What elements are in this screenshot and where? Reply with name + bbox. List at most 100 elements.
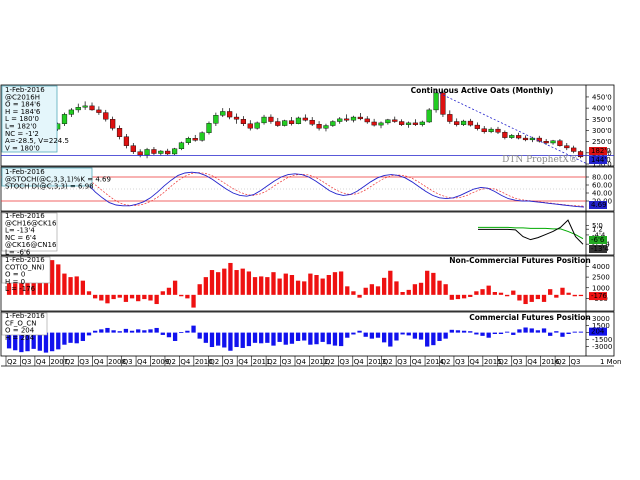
noncomm-bar [308, 273, 313, 295]
comm-bar [259, 332, 264, 344]
x-tick-label: Q3 [224, 358, 234, 366]
noncomm-bar [572, 294, 577, 297]
comm-bar [166, 332, 172, 338]
candle-body [75, 107, 81, 111]
stoch-y-tick-label: 80.00 [592, 174, 612, 182]
trend-line [435, 91, 588, 165]
candle-body [288, 120, 295, 124]
comm-y-tick-label: -3000 [592, 343, 612, 351]
candle-body [165, 150, 171, 155]
candle-body [220, 111, 226, 116]
noncomm-bar [455, 294, 461, 300]
comm-bar [523, 327, 528, 333]
comm-bar [234, 332, 239, 348]
noncomm-bar [56, 264, 61, 295]
x-tick-label: Q3 [513, 358, 523, 366]
noncomm-bar [320, 278, 325, 295]
candle-body [192, 138, 198, 141]
candle-body [158, 150, 164, 154]
x-tick-label: Q3 [79, 358, 89, 366]
x-tick-label: Q4 [180, 358, 191, 366]
noncomm-bar [197, 284, 202, 295]
x-tick-label: Q4 [469, 358, 480, 366]
candle-body [378, 122, 384, 126]
noncomm-bar [215, 272, 221, 295]
comm-bar [56, 332, 61, 350]
x-tick-label: Q3 [571, 358, 581, 366]
comm-bar [578, 331, 584, 333]
noncomm-bar [302, 281, 307, 295]
price-support-label: 144'0 [591, 156, 611, 164]
noncomm-bar [222, 268, 227, 295]
noncomm-bar [351, 291, 356, 295]
candle-body [392, 119, 398, 122]
noncomm-bar [375, 286, 381, 295]
noncomm-bar [234, 270, 239, 295]
comm-bar [492, 332, 497, 334]
price-y-tick-label: 400'0 [592, 105, 612, 113]
noncomm-bar [412, 284, 418, 295]
noncomm-bar [129, 294, 135, 299]
comm-bar [480, 332, 485, 336]
comm-bar [289, 332, 295, 344]
comm-bar [80, 332, 86, 341]
noncomm-bar [332, 272, 338, 295]
comm-bar [179, 332, 184, 333]
candle-body [227, 111, 233, 118]
comm-bar [498, 332, 504, 334]
noncomm-bar [86, 291, 92, 295]
noncomm-bar [529, 294, 534, 302]
candle-body [323, 125, 329, 129]
candle-body [371, 121, 377, 126]
comm-bar [148, 329, 153, 333]
comm-bar [308, 332, 313, 345]
noncomm-last-label: -176 [591, 292, 607, 300]
x-tick-label: Q2 [7, 358, 17, 366]
price-panel-frame [0, 84, 615, 167]
comm-bar [535, 330, 541, 333]
candle-body [564, 145, 570, 149]
comm-bar [265, 332, 270, 343]
candle-body [144, 149, 150, 156]
candle-body [399, 121, 405, 125]
comm-bar [375, 332, 381, 338]
comm-bar [215, 332, 221, 346]
x-tick-label: Q2 [498, 358, 508, 366]
candle-body [282, 120, 288, 126]
x-tick-label: Q4 [137, 358, 148, 366]
comm-bar [345, 332, 350, 338]
comm-bar [49, 332, 55, 352]
price-y-tick-label: 350'0 [592, 116, 612, 124]
noncomm-bar [209, 270, 215, 295]
candle-body [295, 117, 302, 124]
comm-bar [277, 332, 282, 342]
info-line: STOCH D(@C,3,3) = 6.98 [5, 183, 94, 191]
noncomm-bar [123, 294, 129, 302]
noncomm-bar [314, 275, 319, 295]
noncomm-bar [492, 292, 497, 295]
x-tick-label: Q2 [166, 358, 176, 366]
candle-body [481, 128, 487, 133]
comm-bar [68, 332, 73, 343]
price-last-label: 182'0 [591, 147, 611, 155]
spread-panel: 1'25'0-4'4-13'4-6'6-13'4 [478, 219, 610, 253]
noncomm-bar [400, 292, 405, 295]
comm-bar [437, 332, 442, 341]
comm-bar [111, 330, 116, 333]
comm-bar [271, 332, 276, 346]
comm-bar [295, 332, 301, 341]
candle-body [357, 116, 363, 120]
candle-body [61, 114, 68, 124]
noncomm-bar [338, 271, 344, 295]
noncomm-bar [504, 294, 510, 297]
noncomm-bar [136, 294, 141, 302]
candle-body [495, 128, 501, 133]
price-y-tick-label: 250'0 [592, 138, 612, 146]
candle-body [137, 151, 143, 156]
price-y-tick-label: 450'0 [592, 93, 612, 101]
noncomm-bar [548, 289, 553, 295]
comm-last-label: 204 [591, 328, 605, 336]
comm-bar [406, 332, 411, 336]
comm-bar [154, 327, 159, 333]
comm-bar [326, 332, 331, 345]
